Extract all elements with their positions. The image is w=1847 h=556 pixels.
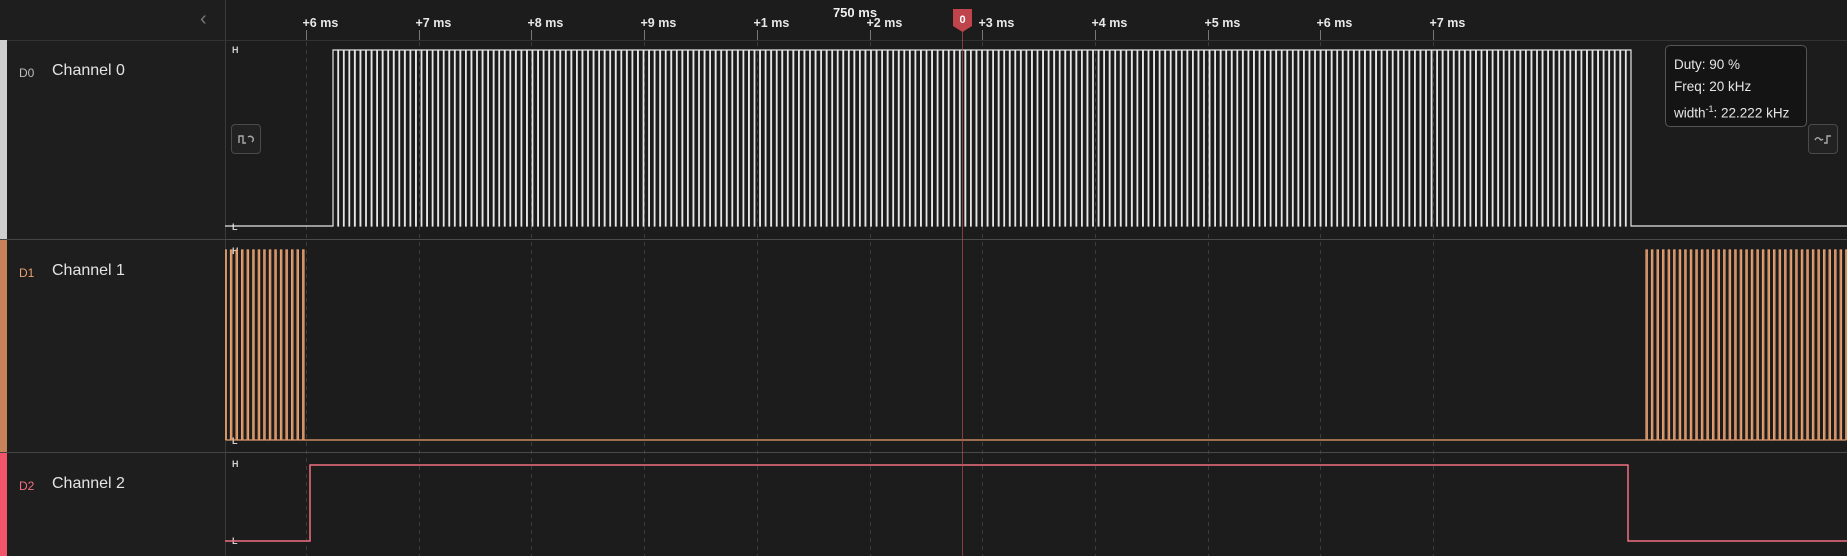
time-marker-label: 0 <box>959 14 965 26</box>
time-marker[interactable]: 0 <box>953 9 972 32</box>
chevron-left-icon[interactable]: ‹ <box>200 8 207 30</box>
channel-color-bar <box>0 453 7 556</box>
tick-label: +4 ms <box>1092 16 1128 30</box>
tick-label: +9 ms <box>641 16 677 30</box>
inverse-width-value: width-1: 22.222 kHz <box>1674 104 1790 121</box>
waveform-canvas[interactable]: +6 ms +7 ms +8 ms +9 ms +1 ms +2 ms +3 ms +4 ms… <box>225 0 1847 556</box>
channel-color-bar <box>0 240 7 452</box>
channel-color-bar <box>0 40 7 239</box>
previous-edge-icon <box>238 135 255 144</box>
level-high-label: H <box>232 45 239 55</box>
level-low-label: L <box>232 222 238 232</box>
channel-code: D0 <box>19 66 35 80</box>
previous-edge-button[interactable] <box>231 124 261 154</box>
time-ruler: +6 ms +7 ms +8 ms +9 ms +1 ms +2 ms +3 ms +4 ms… <box>303 16 1466 40</box>
channel-name[interactable]: Channel 2 <box>52 475 125 493</box>
level-high-label: H <box>232 459 239 469</box>
tick-label: +1 ms <box>754 16 790 30</box>
tick-label: +7 ms <box>1430 16 1466 30</box>
channel-row-2[interactable]: D2 Channel 2 <box>0 453 225 556</box>
channel-name[interactable]: Channel 0 <box>52 62 125 80</box>
channel-0-waveform <box>225 49 1847 227</box>
tick-label: +8 ms <box>528 16 564 30</box>
tick-label: +3 ms <box>979 16 1015 30</box>
channel-label-panel: ‹ D0 Channel 0 D1 Channel 1 D2 Channel 2 <box>0 0 226 556</box>
channel-code: D1 <box>19 266 35 280</box>
tick-label: +6 ms <box>1317 16 1353 30</box>
tick-label: +6 ms <box>303 16 339 30</box>
header-left: ‹ <box>0 0 225 41</box>
channel-1-waveform <box>225 249 1847 441</box>
duty-cycle-value: Duty: 90 % <box>1674 57 1741 72</box>
center-time-label: 750 ms <box>833 5 877 20</box>
channel-2-waveform <box>225 464 1847 542</box>
channel-name[interactable]: Channel 1 <box>52 262 125 280</box>
next-edge-icon <box>1814 135 1831 144</box>
tick-label: +7 ms <box>416 16 452 30</box>
channel-row-0[interactable]: D0 Channel 0 <box>0 40 225 240</box>
waveform-area[interactable]: +6 ms +7 ms +8 ms +9 ms +1 ms +2 ms +3 ms +4 ms… <box>225 0 1847 556</box>
measurement-tooltip: Duty: 90 % Freq: 20 kHz width-1: 22.222 … <box>1665 45 1807 127</box>
tick-label: +5 ms <box>1205 16 1241 30</box>
channel-row-1[interactable]: D1 Channel 1 <box>0 240 225 453</box>
channel-code: D2 <box>19 479 35 493</box>
frequency-value: Freq: 20 kHz <box>1674 79 1752 94</box>
next-edge-button[interactable] <box>1808 124 1838 154</box>
